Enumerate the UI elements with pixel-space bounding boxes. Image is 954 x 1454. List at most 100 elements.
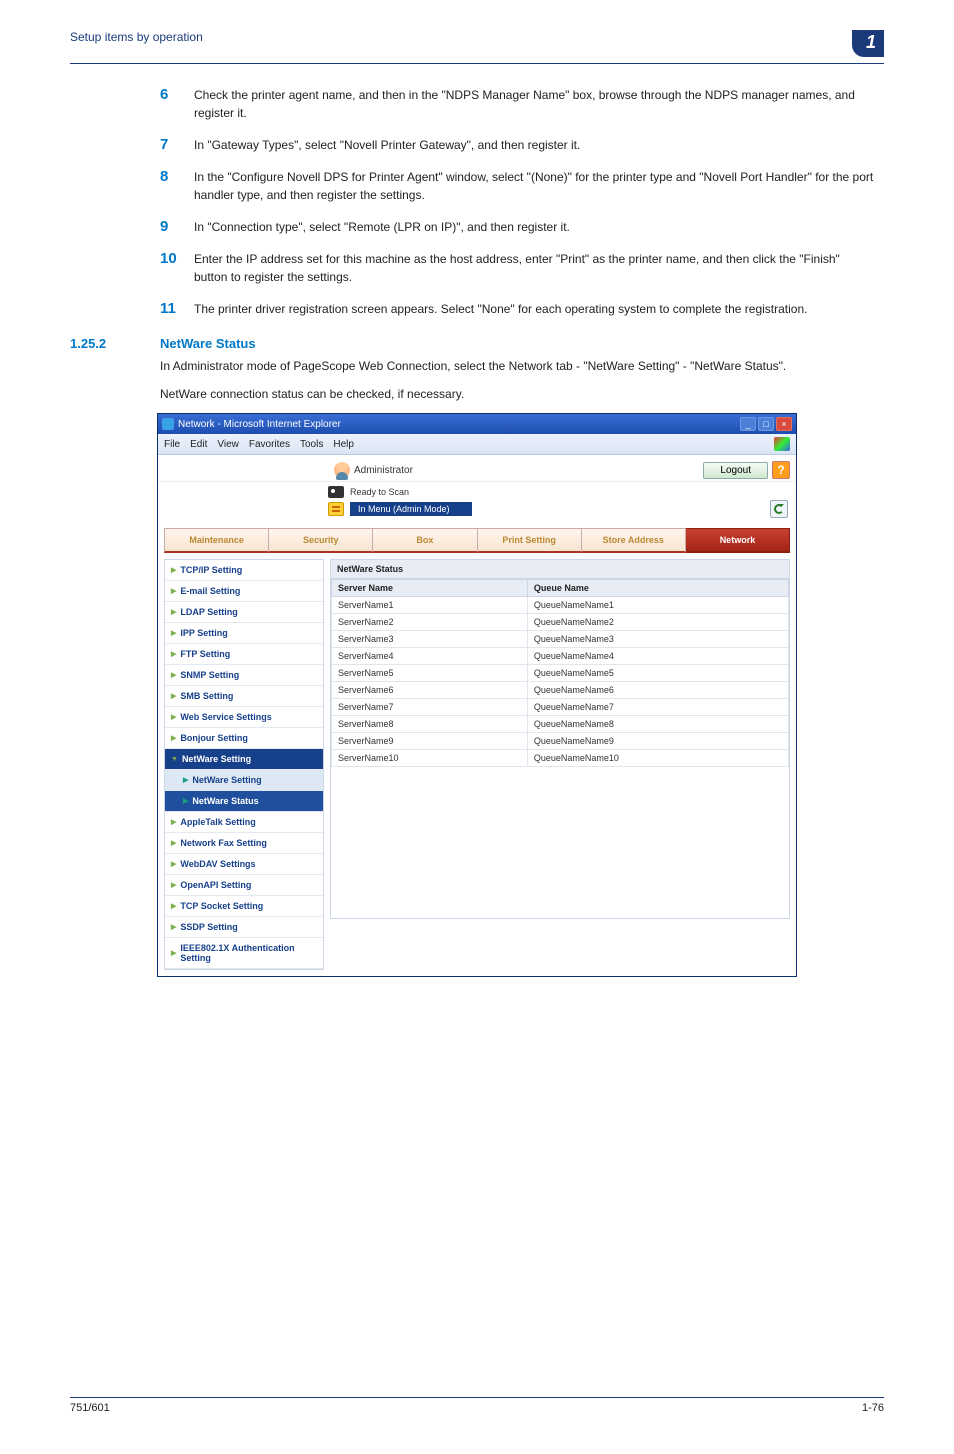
table-cell: QueueNameName8 — [527, 716, 788, 733]
sidebar-item-tcp-ip-setting[interactable]: ▶ TCP/IP Setting — [165, 560, 323, 581]
step-number: 8 — [160, 168, 194, 204]
maximize-button[interactable]: □ — [758, 417, 774, 431]
sidebar-item-ipp-setting[interactable]: ▶IPP Setting — [165, 623, 323, 644]
table-cell: ServerName6 — [332, 682, 528, 699]
chevron-right-icon: ▶ — [183, 776, 188, 784]
panel-title: NetWare Status — [331, 560, 789, 579]
sidebar-item-openapi-setting[interactable]: ▶OpenAPI Setting — [165, 875, 323, 896]
menu-file[interactable]: File — [164, 439, 180, 450]
ie-icon — [162, 418, 174, 430]
sidebar-item-ldap-setting[interactable]: ▶ LDAP Setting — [165, 602, 323, 623]
sidebar-item-label: WebDAV Settings — [180, 859, 255, 869]
table-cell: QueueNameName6 — [527, 682, 788, 699]
section-number: 1.25.2 — [70, 336, 160, 351]
chevron-right-icon: ▶ — [171, 692, 176, 700]
footer-page: 1-76 — [862, 1402, 884, 1414]
chevron-right-icon: ▶ — [171, 608, 176, 616]
chevron-right-icon: ▶ — [171, 860, 176, 868]
help-button[interactable]: ? — [772, 461, 790, 479]
menu-favorites[interactable]: Favorites — [249, 439, 290, 450]
body-paragraph: In Administrator mode of PageScope Web C… — [160, 357, 874, 375]
step-number: 6 — [160, 86, 194, 122]
tab-security[interactable]: Security — [269, 528, 373, 553]
column-header: Queue Name — [527, 580, 788, 597]
sidebar-item-webdav-settings[interactable]: ▶ WebDAV Settings — [165, 854, 323, 875]
chevron-right-icon: ▶ — [171, 650, 176, 658]
printer-status-text: Ready to Scan — [350, 487, 409, 497]
window-titlebar[interactable]: Network - Microsoft Internet Explorer _ … — [158, 414, 796, 434]
chapter-badge: 1 — [852, 30, 884, 57]
menu-edit[interactable]: Edit — [190, 439, 207, 450]
table-row: ServerName3QueueNameName3 — [332, 631, 789, 648]
chevron-right-icon: ▶ — [171, 818, 176, 826]
tab-print-setting[interactable]: Print Setting — [478, 528, 582, 553]
chevron-right-icon: ▶ — [171, 923, 176, 931]
logout-button[interactable]: Logout — [703, 462, 768, 479]
sidebar-item-appletalk-setting[interactable]: ▶AppleTalk Setting — [165, 812, 323, 833]
table-cell: ServerName10 — [332, 750, 528, 767]
minimize-button[interactable]: _ — [740, 417, 756, 431]
sidebar-item-label: LDAP Setting — [180, 607, 237, 617]
browser-window: Network - Microsoft Internet Explorer _ … — [157, 413, 797, 977]
step-text: In "Gateway Types", select "Novell Print… — [194, 136, 580, 154]
tab-maintenance[interactable]: Maintenance — [164, 528, 269, 553]
table-cell: ServerName4 — [332, 648, 528, 665]
sidebar-item-bonjour-setting[interactable]: ▶Bonjour Setting — [165, 728, 323, 749]
table-cell: QueueNameName10 — [527, 750, 788, 767]
sidebar-item-ieee802-1x-authentication-setting[interactable]: ▶ IEEE802.1X Authentication Setting — [165, 938, 323, 969]
table-row: ServerName4QueueNameName4 — [332, 648, 789, 665]
tab-network[interactable]: Network — [686, 528, 790, 553]
table-cell: QueueNameName3 — [527, 631, 788, 648]
table-row: ServerName1QueueNameName1 — [332, 597, 789, 614]
printer-status-icon — [328, 486, 344, 498]
table-cell: ServerName5 — [332, 665, 528, 682]
chevron-right-icon: ▶ — [171, 902, 176, 910]
sidebar-item-label: TCP/IP Setting — [180, 565, 242, 575]
chevron-right-icon: ▶ — [183, 797, 188, 805]
sidebar-item-netware-setting-group[interactable]: ▼NetWare Setting — [165, 749, 323, 770]
table-row: ServerName7QueueNameName7 — [332, 699, 789, 716]
table-cell: QueueNameName7 — [527, 699, 788, 716]
sidebar-item-e-mail-setting[interactable]: ▶E-mail Setting — [165, 581, 323, 602]
sidebar: ▶ TCP/IP Setting ▶E-mail Setting ▶ LDAP Sett… — [164, 559, 324, 970]
sidebar-item-network-fax-setting[interactable]: ▶Network Fax Setting — [165, 833, 323, 854]
chevron-right-icon: ▶ — [171, 566, 176, 574]
sidebar-sub-label: NetWare Status — [192, 796, 258, 806]
menu-help[interactable]: Help — [333, 439, 354, 450]
sidebar-item-ftp-setting[interactable]: ▶FTP Setting — [165, 644, 323, 665]
column-header: Server Name — [332, 580, 528, 597]
refresh-button[interactable] — [770, 500, 788, 518]
table-cell: QueueNameName5 — [527, 665, 788, 682]
menu-tools[interactable]: Tools — [300, 439, 323, 450]
chevron-right-icon: ▶ — [171, 949, 176, 957]
step-number: 10 — [160, 250, 194, 286]
sidebar-item-label: IPP Setting — [180, 628, 227, 638]
step-text: Check the printer agent name, and then i… — [194, 86, 874, 122]
step-text: In the "Configure Novell DPS for Printer… — [194, 168, 874, 204]
sidebar-sub-netware-setting[interactable]: ▶NetWare Setting — [165, 770, 323, 791]
table-row: ServerName10QueueNameName10 — [332, 750, 789, 767]
mode-indicator: In Menu (Admin Mode) — [350, 502, 472, 516]
main-panel: NetWare Status Server NameQueue Name Ser… — [330, 559, 790, 919]
sidebar-item-tcp-socket-setting[interactable]: ▶ TCP Socket Setting — [165, 896, 323, 917]
close-button[interactable]: × — [776, 417, 792, 431]
menu-view[interactable]: View — [217, 439, 239, 450]
sidebar-item-web-service-settings[interactable]: ▶Web Service Settings — [165, 707, 323, 728]
sidebar-item-label: TCP Socket Setting — [180, 901, 263, 911]
chevron-right-icon: ▶ — [171, 881, 176, 889]
sidebar-item-label: IEEE802.1X Authentication Setting — [180, 943, 317, 963]
table-row: ServerName2QueueNameName2 — [332, 614, 789, 631]
sidebar-item-ssdp-setting[interactable]: ▶ SSDP Setting — [165, 917, 323, 938]
ie-throbber-icon — [774, 437, 790, 451]
refresh-icon — [774, 504, 784, 514]
sidebar-sub-netware-status[interactable]: ▶ NetWare Status — [165, 791, 323, 812]
sidebar-item-smb-setting[interactable]: ▶SMB Setting — [165, 686, 323, 707]
tab-box[interactable]: Box — [373, 528, 477, 553]
table-cell: QueueNameName9 — [527, 733, 788, 750]
body-paragraph: NetWare connection status can be checked… — [160, 385, 874, 403]
table-cell: ServerName2 — [332, 614, 528, 631]
chevron-right-icon: ▶ — [171, 671, 176, 679]
sidebar-item-label: SSDP Setting — [180, 922, 237, 932]
tab-store-address[interactable]: Store Address — [582, 528, 686, 553]
sidebar-item-snmp-setting[interactable]: ▶SNMP Setting — [165, 665, 323, 686]
